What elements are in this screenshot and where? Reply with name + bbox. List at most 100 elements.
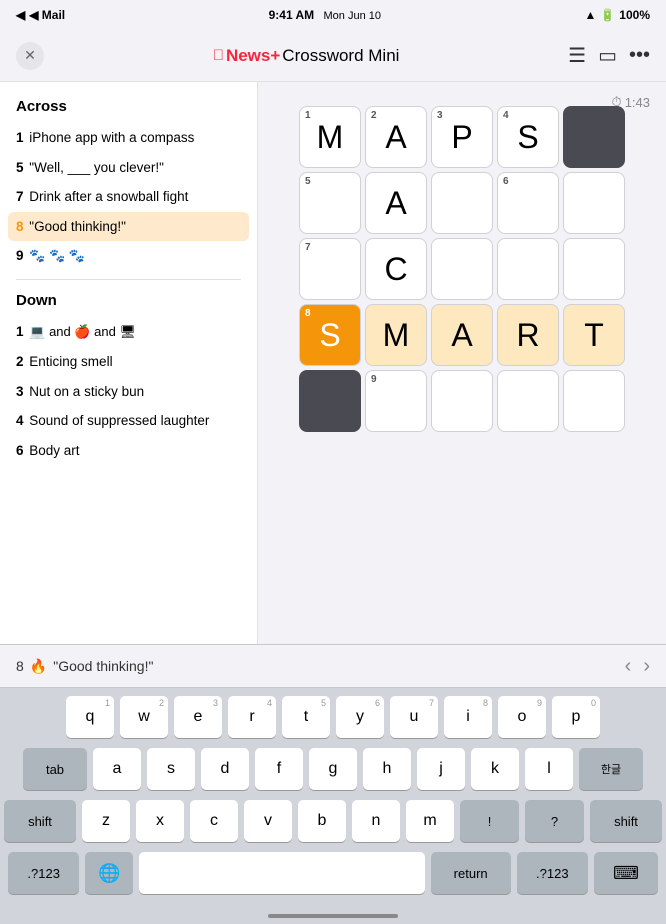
cell-1-2[interactable]	[431, 172, 493, 234]
keyboard-row-4: .?123 🌐 return .?123 ⌨	[4, 852, 662, 894]
clue-across-9[interactable]: 9 🐾 🐾 🐾	[0, 241, 257, 271]
key-u[interactable]: u7	[390, 696, 438, 738]
key-q[interactable]: q1	[66, 696, 114, 738]
key-z[interactable]: z	[82, 800, 130, 842]
key-p[interactable]: p0	[552, 696, 600, 738]
keyboard: q1 w2 e3 r4 t5 y6 u7 i8 o9 p0 tab a s d …	[0, 688, 666, 924]
key-n[interactable]: n	[352, 800, 400, 842]
nav-right: ☰ ▭ •••	[568, 43, 650, 68]
cell-0-1[interactable]: 2A	[365, 106, 427, 168]
battery-icon: 🔋	[600, 8, 615, 22]
cell-3-4[interactable]: T	[563, 304, 625, 366]
cell-2-4[interactable]	[563, 238, 625, 300]
cell-0-0[interactable]: 1M	[299, 106, 361, 168]
key-emoji[interactable]: 🌐	[85, 852, 133, 894]
key-c[interactable]: c	[190, 800, 238, 842]
clue-fire-icon: 🔥	[30, 658, 47, 675]
list-icon[interactable]: ☰	[568, 43, 586, 68]
cell-1-0[interactable]: 5	[299, 172, 361, 234]
key-k[interactable]: k	[471, 748, 519, 790]
key-f[interactable]: f	[255, 748, 303, 790]
cell-3-0[interactable]: 8S	[299, 304, 361, 366]
wifi-icon: ▲	[584, 8, 596, 22]
title-suffix: Crossword Mini	[282, 46, 399, 66]
clue-down-2[interactable]: 2 Enticing smell	[0, 347, 257, 377]
key-s[interactable]: s	[147, 748, 195, 790]
cell-3-3[interactable]: R	[497, 304, 559, 366]
airplay-icon[interactable]: ▭	[598, 43, 617, 68]
cell-1-1[interactable]: A	[365, 172, 427, 234]
cell-4-0[interactable]	[299, 370, 361, 432]
key-num-left[interactable]: .?123	[8, 852, 79, 894]
key-question[interactable]: ?	[525, 800, 584, 842]
clue-across-7[interactable]: 7 Drink after a snowball fight	[0, 182, 257, 212]
clue-down-3[interactable]: 3 Nut on a sticky bun	[0, 377, 257, 407]
clue-across-5[interactable]: 5 "Well, ___ you clever!"	[0, 153, 257, 183]
key-keyboard[interactable]: ⌨	[594, 852, 658, 894]
key-num-right[interactable]: .?123	[517, 852, 588, 894]
key-t[interactable]: t5	[282, 696, 330, 738]
key-y[interactable]: y6	[336, 696, 384, 738]
cell-2-3[interactable]	[497, 238, 559, 300]
key-h[interactable]: h	[363, 748, 411, 790]
cell-0-3[interactable]: 4S	[497, 106, 559, 168]
status-mail: ◀ Mail	[29, 8, 65, 22]
key-j[interactable]: j	[417, 748, 465, 790]
timer-value: 1:43	[625, 95, 650, 110]
keyboard-row-1: q1 w2 e3 r4 t5 y6 u7 i8 o9 p0	[4, 696, 662, 738]
cell-4-1[interactable]: 9	[365, 370, 427, 432]
prev-clue-button[interactable]: ‹	[625, 655, 632, 678]
cell-4-3[interactable]	[497, 370, 559, 432]
key-a[interactable]: a	[93, 748, 141, 790]
status-time: 9:41 AM Mon Jun 10	[269, 8, 381, 22]
nav-bar: ✕  News+ Crossword Mini ☰ ▭ •••	[0, 30, 666, 82]
cell-0-4[interactable]	[563, 106, 625, 168]
key-w[interactable]: w2	[120, 696, 168, 738]
cell-3-1[interactable]: M	[365, 304, 427, 366]
key-l[interactable]: l	[525, 748, 573, 790]
status-bar: ◀ ◀ Mail 9:41 AM Mon Jun 10 ▲ 🔋 100%	[0, 0, 666, 30]
cell-3-2[interactable]: A	[431, 304, 493, 366]
key-v[interactable]: v	[244, 800, 292, 842]
cell-4-4[interactable]	[563, 370, 625, 432]
cell-2-2[interactable]	[431, 238, 493, 300]
key-x[interactable]: x	[136, 800, 184, 842]
crossword-grid: 1M2A3P4S5A67C8SMART9	[299, 106, 625, 432]
clue-down-4[interactable]: 4 Sound of suppressed laughter	[0, 406, 257, 436]
home-indicator	[268, 914, 398, 918]
cell-4-2[interactable]	[431, 370, 493, 432]
key-tab[interactable]: tab	[23, 748, 87, 790]
key-m[interactable]: m	[406, 800, 454, 842]
key-shift-right[interactable]: shift	[590, 800, 662, 842]
next-clue-button[interactable]: ›	[643, 655, 650, 678]
clue-indicator: 8	[16, 658, 24, 674]
cell-2-0[interactable]: 7	[299, 238, 361, 300]
cell-1-4[interactable]	[563, 172, 625, 234]
key-return[interactable]: return	[431, 852, 511, 894]
key-d[interactable]: d	[201, 748, 249, 790]
bottom-clue-text: 8 🔥 "Good thinking!"	[16, 658, 153, 675]
apple-icon: 	[213, 47, 224, 64]
clue-across-8[interactable]: 8 "Good thinking!"	[8, 212, 249, 242]
clue-down-6[interactable]: 6 Body art	[0, 436, 257, 466]
key-r[interactable]: r4	[228, 696, 276, 738]
key-shift-left[interactable]: shift	[4, 800, 76, 842]
bottom-clue-bar: 8 🔥 "Good thinking!" ‹ ›	[0, 644, 666, 688]
clue-down-1[interactable]: 1 💻 and 🍎 and 🖥	[0, 317, 257, 347]
key-lang[interactable]: 한글	[579, 748, 643, 790]
more-icon[interactable]: •••	[629, 44, 650, 67]
key-space[interactable]	[139, 852, 424, 894]
key-excl[interactable]: !	[460, 800, 519, 842]
key-o[interactable]: o9	[498, 696, 546, 738]
key-i[interactable]: i8	[444, 696, 492, 738]
cell-2-1[interactable]: C	[365, 238, 427, 300]
key-g[interactable]: g	[309, 748, 357, 790]
clue-divider	[16, 279, 241, 280]
close-button[interactable]: ✕	[16, 42, 44, 70]
cell-1-3[interactable]: 6	[497, 172, 559, 234]
cell-0-2[interactable]: 3P	[431, 106, 493, 168]
key-b[interactable]: b	[298, 800, 346, 842]
across-title: Across	[0, 94, 257, 123]
clue-across-1[interactable]: 1 iPhone app with a compass	[0, 123, 257, 153]
key-e[interactable]: e3	[174, 696, 222, 738]
